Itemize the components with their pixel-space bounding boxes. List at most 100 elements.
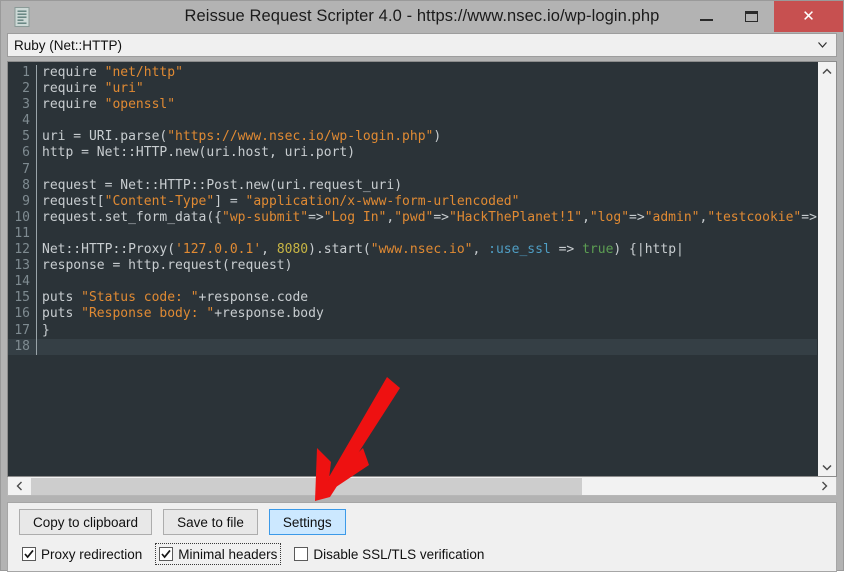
- line-text: request.set_form_data({"wp-submit"=>"Log…: [37, 210, 817, 226]
- line-text: request["Content-Type"] = "application/x…: [37, 194, 519, 210]
- checkbox-disable-ssl-tls-verification[interactable]: Disable SSL/TLS verification: [291, 544, 487, 564]
- language-selector-wrapper: Ruby (Net::HTTP): [7, 33, 837, 57]
- scroll-up-button[interactable]: [818, 62, 836, 80]
- line-text: require "net/http": [37, 65, 183, 81]
- minimize-icon: [700, 19, 713, 21]
- code-token: =>: [551, 242, 582, 257]
- language-selector-value: Ruby (Net::HTTP): [8, 38, 122, 53]
- code-token: =>: [801, 210, 817, 225]
- chevron-down-icon: [822, 464, 832, 471]
- code-token: "Content-Type": [105, 194, 215, 209]
- scroll-right-button[interactable]: [813, 478, 836, 495]
- vertical-scrollbar[interactable]: [817, 62, 836, 476]
- line-number: 13: [8, 258, 37, 274]
- code-line: 17}: [8, 323, 817, 339]
- code-line: 5uri = URI.parse("https://www.nsec.io/wp…: [8, 129, 817, 145]
- code-line: 7: [8, 162, 817, 178]
- horizontal-scroll-track[interactable]: [31, 478, 813, 495]
- minimize-button[interactable]: [684, 1, 729, 32]
- code-line: 4: [8, 113, 817, 129]
- close-button[interactable]: ✕: [774, 1, 843, 32]
- checkbox-label: Proxy redirection: [41, 547, 142, 562]
- code-token: require: [42, 97, 105, 112]
- checkbox-box[interactable]: [159, 547, 173, 561]
- code-token: "Status code: ": [81, 290, 198, 305]
- scroll-down-button[interactable]: [818, 458, 836, 476]
- code-token: response = http.request(request): [42, 258, 292, 273]
- code-token: +response.code: [199, 290, 309, 305]
- line-text: require "openssl": [37, 97, 175, 113]
- line-number: 15: [8, 290, 37, 306]
- line-text: uri = URI.parse("https://www.nsec.io/wp-…: [37, 129, 441, 145]
- code-content: 1require "net/http"2require "uri"3requir…: [8, 62, 817, 355]
- close-icon: ✕: [802, 9, 815, 24]
- line-text: request = Net::HTTP::Post.new(uri.reques…: [37, 178, 402, 194]
- chevron-down-icon: [818, 42, 827, 48]
- code-token: http = Net::HTTP.new(uri.host, uri.port): [42, 145, 355, 160]
- code-token: Net::HTTP::Proxy(: [42, 242, 175, 257]
- save-to-file-button[interactable]: Save to file: [163, 509, 258, 535]
- chevron-right-icon: [821, 481, 828, 491]
- line-number: 11: [8, 226, 37, 242]
- maximize-button[interactable]: [729, 1, 774, 32]
- code-token: ) {|http|: [613, 242, 683, 257]
- code-token: =>: [629, 210, 645, 225]
- code-token: +response.body: [214, 306, 324, 321]
- code-token: puts: [42, 290, 81, 305]
- settings-button[interactable]: Settings: [269, 509, 346, 535]
- horizontal-scrollbar[interactable]: [7, 477, 837, 496]
- code-token: "Response body: ": [81, 306, 214, 321]
- code-token: uri = URI.parse(: [42, 129, 167, 144]
- code-line: 15 puts "Status code: "+response.code: [8, 290, 817, 306]
- code-token: "openssl": [105, 97, 175, 112]
- line-number: 12: [8, 242, 37, 258]
- code-token: require: [42, 65, 105, 80]
- line-text: require "uri": [37, 81, 144, 97]
- line-number: 1: [8, 65, 37, 81]
- code-line: 10request.set_form_data({"wp-submit"=>"L…: [8, 210, 817, 226]
- title-bar[interactable]: Reissue Request Scripter 4.0 - https://w…: [1, 1, 843, 32]
- checkbox-box[interactable]: [294, 547, 308, 561]
- checkbox-label: Minimal headers: [178, 547, 277, 562]
- code-token: ] =: [214, 194, 245, 209]
- line-text: Net::HTTP::Proxy('127.0.0.1', 8080).star…: [37, 242, 684, 258]
- code-token: =>: [433, 210, 449, 225]
- script-document-icon: [12, 6, 32, 28]
- chevron-left-icon: [16, 481, 23, 491]
- action-panel: Copy to clipboard Save to file Settings …: [7, 502, 837, 572]
- code-line: 6http = Net::HTTP.new(uri.host, uri.port…: [8, 145, 817, 161]
- line-number: 10: [8, 210, 37, 226]
- maximize-icon: [745, 11, 758, 22]
- checkbox-label: Disable SSL/TLS verification: [313, 547, 484, 562]
- code-line: 11: [8, 226, 817, 242]
- horizontal-scroll-thumb[interactable]: [31, 478, 582, 495]
- code-token: "testcookie": [707, 210, 801, 225]
- checkbox-proxy-redirection[interactable]: Proxy redirection: [19, 544, 145, 564]
- window-controls: ✕: [684, 1, 843, 32]
- code-line: 14: [8, 274, 817, 290]
- application-window: Reissue Request Scripter 4.0 - https://w…: [0, 0, 844, 571]
- language-selector[interactable]: Ruby (Net::HTTP): [7, 33, 837, 57]
- line-number: 14: [8, 274, 37, 290]
- code-viewport[interactable]: 1require "net/http"2require "uri"3requir…: [8, 62, 817, 476]
- check-icon: [24, 549, 34, 559]
- code-editor[interactable]: 1require "net/http"2require "uri"3requir…: [7, 61, 837, 477]
- checkbox-minimal-headers[interactable]: Minimal headers: [156, 544, 280, 564]
- code-token: "log": [590, 210, 629, 225]
- code-token: "www.nsec.io": [371, 242, 473, 257]
- code-line: 3require "openssl": [8, 97, 817, 113]
- code-line: 12Net::HTTP::Proxy('127.0.0.1', 8080).st…: [8, 242, 817, 258]
- code-token: ).start(: [308, 242, 371, 257]
- code-token: ): [433, 129, 441, 144]
- code-line: 16puts "Response body: "+response.body: [8, 306, 817, 322]
- code-line: 2require "uri": [8, 81, 817, 97]
- button-row: Copy to clipboard Save to file Settings: [19, 509, 836, 535]
- code-token: request[: [42, 194, 105, 209]
- line-text: puts "Response body: "+response.body: [37, 306, 324, 322]
- code-token: ,: [261, 242, 277, 257]
- code-line: 9request["Content-Type"] = "application/…: [8, 194, 817, 210]
- checkbox-box[interactable]: [22, 547, 36, 561]
- scroll-left-button[interactable]: [8, 478, 31, 495]
- code-token: 8080: [277, 242, 308, 257]
- copy-to-clipboard-button[interactable]: Copy to clipboard: [19, 509, 152, 535]
